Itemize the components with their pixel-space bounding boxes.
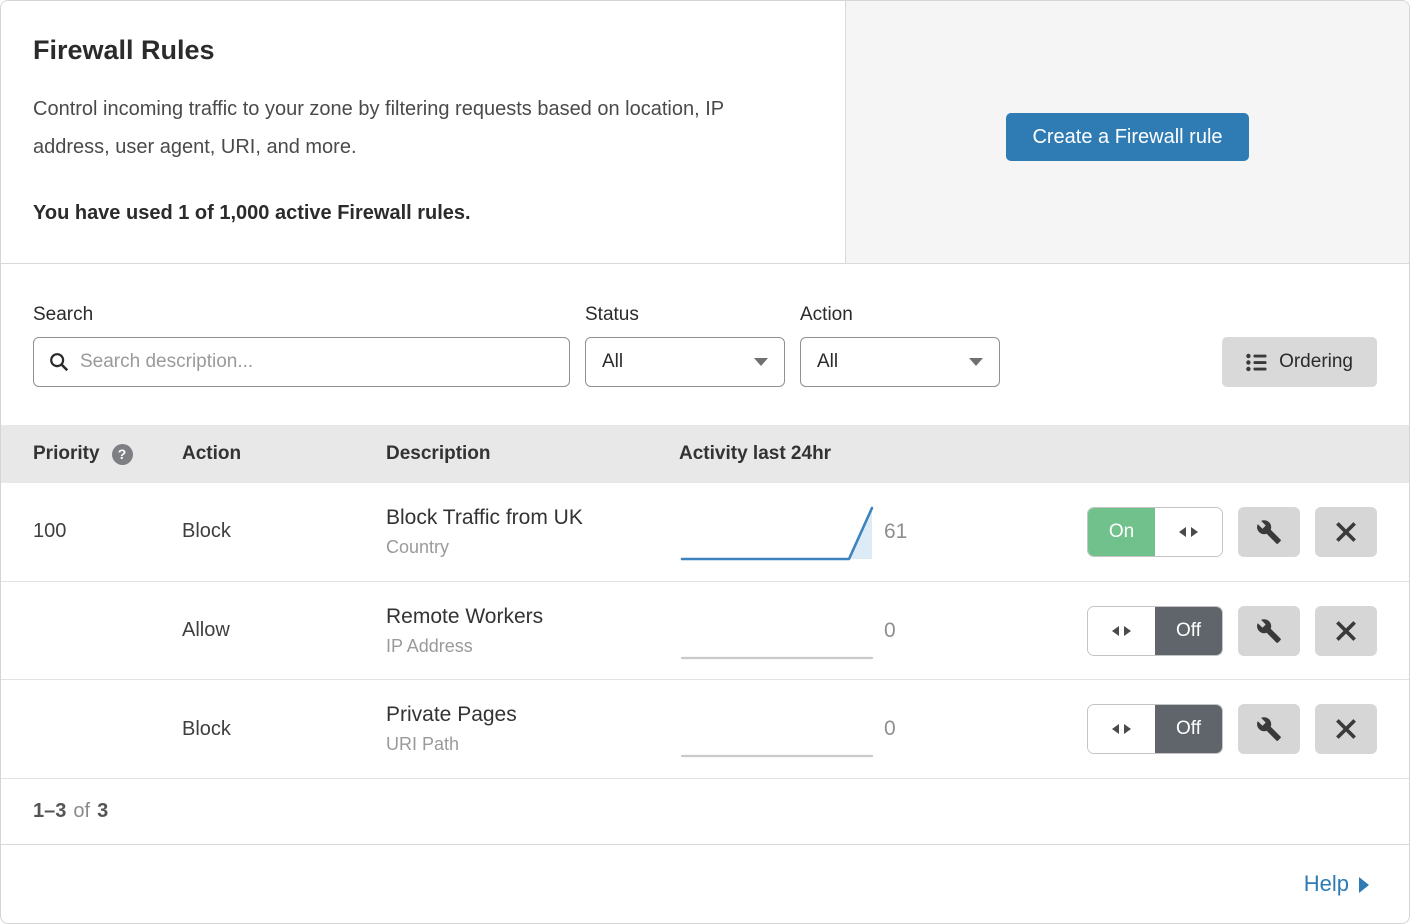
rule-description: Private Pages (386, 703, 679, 727)
action-select[interactable]: All (800, 337, 1000, 387)
wrench-icon (1256, 519, 1282, 545)
activity-column-header: Activity last 24hr (679, 443, 1409, 465)
priority-header-label: Priority (33, 443, 100, 465)
header-action-panel: Create a Firewall rule (846, 1, 1409, 263)
toggle-handle-icon (1088, 705, 1155, 753)
table-row: Allow Remote Workers IP Address 0 Off (1, 582, 1409, 681)
edit-rule-button[interactable] (1238, 507, 1300, 557)
delete-rule-button[interactable] (1315, 507, 1377, 557)
toggle-handle-icon (1088, 607, 1155, 655)
close-icon (1335, 718, 1357, 740)
help-link-label: Help (1304, 871, 1349, 897)
rule-enabled-toggle[interactable]: On (1087, 507, 1223, 557)
edit-rule-button[interactable] (1238, 606, 1300, 656)
rule-description: Block Traffic from UK (386, 506, 679, 530)
search-filter-group: Search (33, 304, 570, 425)
page-title: Firewall Rules (33, 35, 805, 66)
rule-description-cell: Private Pages URI Path (386, 703, 679, 755)
toggle-handle-icon (1155, 508, 1222, 556)
chevron-down-icon (969, 358, 983, 366)
rule-enabled-toggle[interactable]: Off (1087, 606, 1223, 656)
toggle-off-label: Off (1155, 705, 1222, 753)
rule-controls: On (984, 507, 1409, 557)
ordering-button[interactable]: Ordering (1222, 337, 1377, 387)
activity-sparkline (679, 501, 884, 563)
close-icon (1335, 620, 1357, 642)
rule-priority: 100 (1, 520, 182, 543)
table-header-row: Priority ? Action Description Activity l… (1, 425, 1409, 483)
close-icon (1335, 521, 1357, 543)
search-input[interactable] (80, 351, 555, 373)
action-label: Action (800, 304, 1000, 326)
action-column-header: Action (182, 443, 386, 465)
pagination-bar: 1–3 of 3 (1, 779, 1409, 844)
header-section: Firewall Rules Control incoming traffic … (1, 1, 1409, 264)
toggle-on-label: On (1088, 508, 1155, 556)
rule-match-type: IP Address (386, 636, 679, 657)
rule-action: Allow (182, 619, 386, 642)
rule-enabled-toggle[interactable]: Off (1087, 704, 1223, 754)
status-selected-value: All (602, 351, 623, 373)
pagination-range: 1–3 (33, 800, 66, 823)
search-icon (48, 351, 70, 373)
activity-count: 0 (884, 717, 984, 741)
rule-description-cell: Block Traffic from UK Country (386, 506, 679, 558)
create-firewall-rule-button[interactable]: Create a Firewall rule (1006, 113, 1248, 161)
ordering-list-icon (1246, 353, 1267, 372)
page-description: Control incoming traffic to your zone by… (33, 90, 803, 166)
activity-sparkline (679, 698, 884, 760)
rule-description: Remote Workers (386, 605, 679, 629)
filter-bar: Search Status All Action All (1, 264, 1409, 425)
help-bar: Help (1, 844, 1409, 923)
action-selected-value: All (817, 351, 838, 373)
rule-action: Block (182, 718, 386, 741)
ordering-button-label: Ordering (1279, 351, 1353, 373)
rule-description-cell: Remote Workers IP Address (386, 605, 679, 657)
wrench-icon (1256, 618, 1282, 644)
search-label: Search (33, 304, 570, 326)
table-row: 100 Block Block Traffic from UK Country … (1, 483, 1409, 582)
delete-rule-button[interactable] (1315, 606, 1377, 656)
rule-match-type: Country (386, 537, 679, 558)
rule-action: Block (182, 520, 386, 543)
edit-rule-button[interactable] (1238, 704, 1300, 754)
help-link[interactable]: Help (1304, 871, 1369, 897)
table-row: Block Private Pages URI Path 0 Off (1, 680, 1409, 779)
rule-match-type: URI Path (386, 734, 679, 755)
usage-note: You have used 1 of 1,000 active Firewall… (33, 202, 805, 225)
status-label: Status (585, 304, 785, 326)
chevron-down-icon (754, 358, 768, 366)
right-triangle-icon (1359, 877, 1369, 893)
firewall-rules-panel: Firewall Rules Control incoming traffic … (0, 0, 1410, 924)
pagination-total: 3 (97, 800, 108, 823)
activity-sparkline (679, 600, 884, 662)
toggle-off-label: Off (1155, 607, 1222, 655)
priority-column-header: Priority ? (1, 443, 182, 465)
priority-help-icon[interactable]: ? (112, 444, 133, 465)
delete-rule-button[interactable] (1315, 704, 1377, 754)
status-filter-group: Status All (585, 304, 785, 425)
activity-count: 0 (884, 619, 984, 643)
status-select[interactable]: All (585, 337, 785, 387)
pagination-of: of (73, 800, 90, 823)
rule-controls: Off (984, 606, 1409, 656)
search-box[interactable] (33, 337, 570, 387)
activity-count: 61 (884, 520, 984, 544)
description-column-header: Description (386, 443, 679, 465)
action-filter-group: Action All (800, 304, 1000, 425)
rule-controls: Off (984, 704, 1409, 754)
header-text-block: Firewall Rules Control incoming traffic … (1, 1, 846, 263)
wrench-icon (1256, 716, 1282, 742)
